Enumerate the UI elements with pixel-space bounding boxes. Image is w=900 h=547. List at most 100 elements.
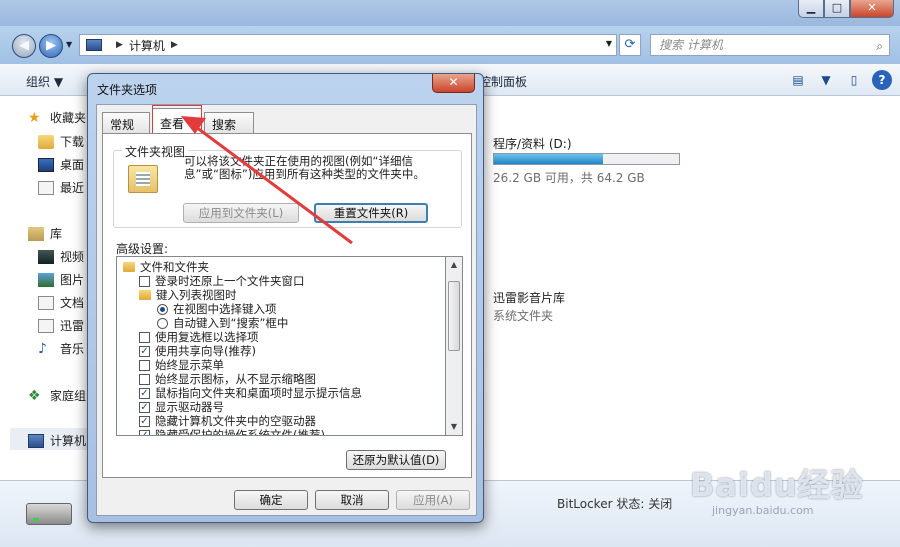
- apply-button[interactable]: 应用(A): [396, 490, 470, 510]
- folder-views-group: 文件夹视图 可以将该文件夹正在使用的视图(例如“详细信息”或“图标”)应用到所有…: [113, 143, 462, 228]
- advanced-setting-row[interactable]: 登录时还原上一个文件夹窗口: [139, 274, 305, 288]
- drive-usage-bar: [493, 153, 680, 165]
- nav-homegroup-label: 家庭组: [50, 389, 87, 403]
- breadcrumb-separator-icon[interactable]: ▶: [116, 40, 123, 50]
- document-icon: [38, 295, 54, 310]
- advanced-setting-row: 文件和文件夹: [123, 260, 209, 274]
- advanced-setting-row[interactable]: ✓ 隐藏受保护的操作系统文件(推荐): [139, 428, 325, 436]
- nav-documents[interactable]: 文档: [38, 294, 84, 311]
- nav-pictures-label: 图片: [60, 273, 85, 287]
- nav-desktop-label: 桌面: [60, 158, 85, 172]
- advanced-setting-row[interactable]: ✓ 使用共享向导(推荐): [139, 344, 256, 358]
- nav-homegroup[interactable]: ❖ 家庭组: [28, 387, 86, 404]
- nav-music[interactable]: ♪ 音乐: [38, 340, 84, 357]
- dialog-close-button[interactable]: ✕: [432, 74, 475, 93]
- star-icon: ★: [28, 109, 41, 126]
- nav-desktop[interactable]: 桌面: [38, 156, 84, 173]
- advanced-setting-row[interactable]: ✓ 鼠标指向文件夹和桌面项时显示提示信息: [139, 386, 362, 400]
- minimize-button[interactable]: ▁: [798, 0, 824, 18]
- setting-checkbox[interactable]: ✓: [139, 345, 150, 357]
- preview-pane-icon[interactable]: ▯: [844, 70, 864, 90]
- forward-arrow-icon[interactable]: ▶: [39, 34, 63, 58]
- control-panel-button[interactable]: 控制面板: [479, 73, 527, 90]
- ok-button[interactable]: 确定: [234, 490, 308, 510]
- scroll-up-icon[interactable]: ▲: [446, 257, 462, 273]
- advanced-setting-row[interactable]: 在视图中选择键入项: [157, 302, 277, 316]
- setting-checkbox[interactable]: ✓: [139, 415, 150, 427]
- advanced-setting-row[interactable]: ✓ 隐藏计算机文件夹中的空驱动器: [139, 414, 316, 428]
- nav-recent[interactable]: 最近: [38, 179, 84, 196]
- setting-checkbox[interactable]: ✓: [139, 429, 150, 435]
- tab-search[interactable]: 搜索: [204, 112, 254, 133]
- history-dropdown-icon[interactable]: ▼: [66, 40, 72, 49]
- refresh-icon[interactable]: ⟳: [619, 34, 641, 56]
- change-view-icon[interactable]: ▤: [788, 70, 808, 90]
- folder-views-caption: 文件夹视图: [122, 143, 189, 160]
- advanced-setting-row[interactable]: 自动键入到“搜索”框中: [157, 316, 288, 330]
- advanced-setting-row[interactable]: ✓ 显示驱动器号: [139, 400, 224, 414]
- drive-d-label[interactable]: 程序/资料 (D:): [493, 135, 572, 152]
- nav-libraries[interactable]: 库: [28, 225, 62, 242]
- thunder-library-icon: [38, 318, 54, 333]
- watermark-logo: Baidu经验: [690, 466, 864, 504]
- library-icon: [28, 226, 44, 241]
- restore-defaults-button[interactable]: 还原为默认值(D): [346, 450, 446, 470]
- explorer-titlebar: ▁ □ ✕: [0, 0, 900, 26]
- nav-favorites-label: 收藏夹: [50, 111, 87, 125]
- setting-checkbox[interactable]: [139, 359, 150, 371]
- cancel-button[interactable]: 取消: [315, 490, 389, 510]
- dialog-body: 常规 查看 搜索 文件夹视图 可以将该文件夹正在使用的视图(例如“详细信息”或“…: [96, 104, 477, 516]
- breadcrumb-computer[interactable]: 计算机: [129, 37, 165, 54]
- breadcrumb-separator-icon[interactable]: ▶: [171, 40, 178, 50]
- setting-radio[interactable]: [157, 303, 168, 315]
- nav-favorites[interactable]: ★ 收藏夹: [28, 109, 86, 126]
- nav-computer[interactable]: 计算机: [28, 432, 86, 449]
- advanced-scrollbar[interactable]: ▲ ▼: [446, 256, 463, 436]
- nav-videos[interactable]: 视频: [38, 248, 84, 265]
- view-dropdown-icon[interactable]: ▼: [816, 70, 836, 90]
- advanced-setting-row[interactable]: 始终显示菜单: [139, 358, 224, 372]
- folder-icon: [123, 262, 135, 272]
- advanced-setting-label: 隐藏受保护的操作系统文件(推荐): [155, 428, 325, 436]
- computer-icon: [86, 39, 102, 51]
- drive-usage-fill: [494, 154, 604, 164]
- nav-recent-label: 最近: [60, 181, 85, 195]
- advanced-setting-row[interactable]: 始终显示图标，从不显示缩略图: [139, 372, 316, 386]
- dialog-title: 文件夹选项: [97, 83, 158, 97]
- nav-pictures[interactable]: 图片: [38, 271, 84, 288]
- tab-general[interactable]: 常规: [102, 112, 150, 133]
- recent-places-icon: [38, 180, 54, 195]
- close-button[interactable]: ✕: [850, 0, 894, 18]
- thunder-library-title[interactable]: 迅雷影音片库: [493, 289, 565, 306]
- setting-radio[interactable]: [157, 317, 168, 329]
- apply-to-folders-button[interactable]: 应用到文件夹(L): [183, 203, 299, 223]
- reset-folders-button[interactable]: 重置文件夹(R): [314, 203, 428, 223]
- setting-checkbox[interactable]: ✓: [139, 387, 150, 399]
- scroll-down-icon[interactable]: ▼: [446, 419, 462, 435]
- maximize-button[interactable]: □: [824, 0, 850, 18]
- organize-menu[interactable]: 组织 ▼: [26, 73, 63, 90]
- nav-downloads[interactable]: 下载: [38, 133, 84, 150]
- back-arrow-icon[interactable]: ◀: [12, 34, 36, 58]
- scroll-thumb[interactable]: [448, 281, 460, 351]
- homegroup-icon: ❖: [28, 387, 41, 404]
- setting-checkbox[interactable]: [139, 275, 150, 287]
- setting-checkbox[interactable]: [139, 331, 150, 343]
- folder-options-dialog: 文件夹选项 ✕ 常规 查看 搜索 文件夹视图 可以将该文件夹正在使用的视图(例如…: [87, 73, 484, 523]
- hard-drive-icon: [26, 503, 72, 525]
- watermark-url: jingyan.baidu.com: [712, 504, 814, 517]
- search-icon[interactable]: ⌕: [876, 36, 883, 56]
- nav-thunder[interactable]: 迅雷: [38, 317, 84, 334]
- advanced-setting-row[interactable]: 使用复选框以选择项: [139, 330, 259, 344]
- help-icon[interactable]: ?: [872, 70, 892, 90]
- search-input[interactable]: 搜索 计算机 ⌕: [650, 34, 890, 56]
- view-tab-panel: 文件夹视图 可以将该文件夹正在使用的视图(例如“详细信息”或“图标”)应用到所有…: [102, 133, 472, 478]
- advanced-settings-list[interactable]: 文件和文件夹 登录时还原上一个文件夹窗口 键入列表视图时 在视图中选择键入项 自动键入到…: [116, 256, 446, 436]
- address-bar-area: ◀ ▶ ▼ ▶ 计算机 ▶ ▼ ⟳ 搜索 计算机 ⌕: [0, 26, 900, 64]
- nav-music-label: 音乐: [60, 342, 85, 356]
- computer-icon: [28, 433, 44, 448]
- setting-checkbox[interactable]: ✓: [139, 401, 150, 413]
- address-input[interactable]: ▶ 计算机 ▶ ▼: [79, 34, 617, 56]
- setting-checkbox[interactable]: [139, 373, 150, 385]
- address-dropdown-icon[interactable]: ▼: [606, 39, 612, 48]
